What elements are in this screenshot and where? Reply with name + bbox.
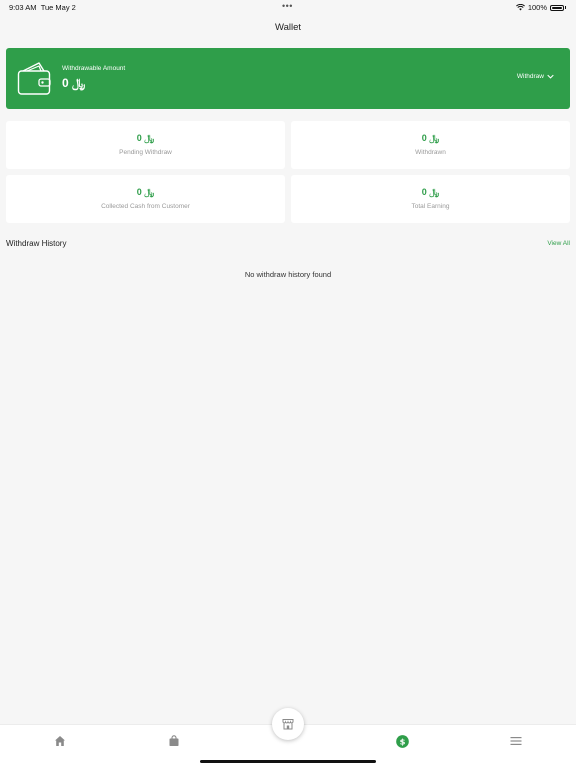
store-icon (282, 719, 294, 730)
battery-tip (565, 6, 566, 9)
stat-value: 0 ﷼ (421, 133, 440, 143)
menu-icon[interactable] (510, 735, 522, 747)
wifi-icon (515, 4, 525, 11)
stat-label: Collected Cash from Customer (101, 203, 190, 210)
status-time: 9:03 AM Tue May 2 (9, 3, 76, 12)
wallet-dollar-icon[interactable]: $ (396, 735, 409, 748)
home-icon[interactable] (54, 735, 66, 747)
status-bar: 9:03 AM Tue May 2 ••• 100% (0, 0, 576, 14)
battery-icon (550, 4, 564, 11)
stat-card-collected-cash: 0 ﷼ Collected Cash from Customer (6, 175, 285, 223)
withdraw-button[interactable]: Withdraw (517, 73, 554, 80)
stat-label: Withdrawn (415, 149, 446, 156)
chevron-down-icon (547, 74, 554, 79)
stat-card-withdrawn: 0 ﷼ Withdrawn (291, 121, 570, 169)
orders-bag-icon[interactable] (168, 735, 180, 747)
withdrawable-amount-value: 0 ﷼ (62, 76, 86, 90)
clock-date: Tue May 2 (40, 3, 76, 12)
stat-card-pending-withdraw: 0 ﷼ Pending Withdraw (6, 121, 285, 169)
stat-card-total-earning: 0 ﷼ Total Earning (291, 175, 570, 223)
withdrawable-amount-label: Withdrawable Amount (62, 65, 126, 72)
stat-label: Total Earning (411, 203, 450, 210)
svg-text:$: $ (400, 736, 406, 746)
home-indicator[interactable] (200, 760, 376, 763)
battery-percent: 100% (527, 3, 547, 12)
wallet-icon (17, 62, 51, 95)
store-button[interactable] (272, 708, 304, 740)
page-title: Wallet (274, 22, 302, 33)
withdraw-history-title: Withdraw History (6, 239, 67, 248)
view-all-link[interactable]: View All (547, 240, 570, 247)
multitasking-dots-icon[interactable]: ••• (282, 1, 293, 11)
stat-value: 0 ﷼ (136, 187, 155, 197)
status-indicators: 100% (515, 3, 566, 12)
withdraw-button-label: Withdraw (516, 73, 544, 80)
stat-value: 0 ﷼ (421, 187, 440, 197)
withdrawable-amount-card: Withdrawable Amount 0 ﷼ Withdraw (6, 48, 570, 109)
empty-history-message: No withdraw history found (244, 270, 332, 279)
clock-time: 9:03 AM (9, 3, 37, 12)
stat-value: 0 ﷼ (136, 133, 155, 143)
stat-label: Pending Withdraw (119, 149, 172, 156)
